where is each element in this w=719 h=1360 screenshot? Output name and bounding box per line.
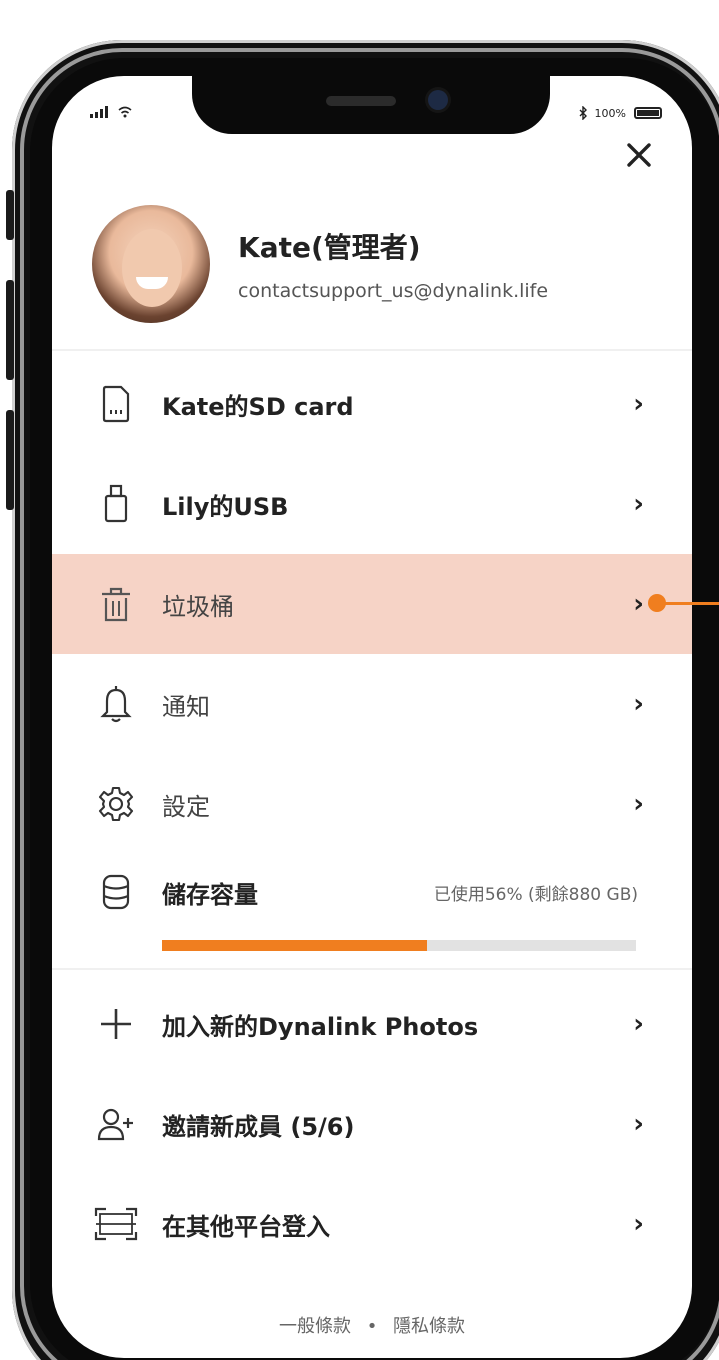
silent-switch bbox=[6, 190, 14, 240]
volume-down-button bbox=[6, 410, 14, 510]
plus-icon bbox=[92, 1000, 140, 1048]
bell-icon bbox=[92, 680, 140, 728]
avatar bbox=[92, 205, 210, 323]
menu-item-trash[interactable]: 垃圾桶 › bbox=[52, 554, 692, 654]
close-button[interactable] bbox=[626, 142, 652, 174]
menu-item-label: 加入新的Dynalink Photos bbox=[162, 1012, 479, 1041]
chevron-right-icon: › bbox=[633, 789, 644, 819]
menu-item-label: 通知 bbox=[162, 692, 210, 721]
chevron-right-icon: › bbox=[633, 1209, 644, 1239]
close-icon bbox=[627, 143, 651, 167]
menu-item-invite-member[interactable]: 邀請新成員 (5/6) › bbox=[52, 1074, 692, 1174]
app-screen: 100% Kate(管理者) contactsupport_us@dynalin… bbox=[52, 76, 692, 1358]
divider bbox=[52, 349, 692, 351]
menu-item-label: 設定 bbox=[162, 792, 210, 821]
menu-item-label: 垃圾桶 bbox=[162, 592, 234, 621]
front-camera bbox=[428, 90, 448, 110]
wifi-icon bbox=[118, 106, 132, 118]
menu-item-label: Lily的USB bbox=[162, 492, 289, 521]
privacy-link[interactable]: 隱私條款 bbox=[393, 1316, 465, 1337]
usb-icon bbox=[92, 480, 140, 528]
profile-name: Kate(管理者) bbox=[238, 231, 421, 264]
bluetooth-icon bbox=[579, 106, 587, 120]
scan-icon bbox=[92, 1200, 140, 1248]
speaker-grille bbox=[326, 96, 396, 106]
notch bbox=[192, 76, 550, 134]
profile-email: contactsupport_us@dynalink.life bbox=[238, 280, 549, 302]
add-user-icon bbox=[92, 1100, 140, 1148]
profile-text: Kate(管理者) contactsupport_us@dynalink.lif… bbox=[238, 226, 548, 302]
status-right: 100% bbox=[579, 106, 662, 120]
chevron-right-icon: › bbox=[633, 689, 644, 719]
trash-icon bbox=[92, 580, 140, 628]
callout-pointer-dot bbox=[648, 594, 666, 612]
menu-item-usb[interactable]: Lily的USB › bbox=[52, 454, 692, 554]
storage-header: 儲存容量 已使用56% (剩餘880 GB) bbox=[92, 862, 638, 922]
menu-item-other-platform-login[interactable]: 在其他平台登入 › bbox=[52, 1174, 692, 1274]
stage: 100% Kate(管理者) contactsupport_us@dynalin… bbox=[0, 0, 719, 1360]
menu-item-label: 在其他平台登入 bbox=[162, 1212, 330, 1241]
status-left bbox=[90, 106, 132, 118]
profile-header[interactable]: Kate(管理者) contactsupport_us@dynalink.lif… bbox=[92, 204, 652, 324]
sd-card-icon bbox=[92, 380, 140, 428]
menu-item-sd-card[interactable]: Kate的SD card › bbox=[52, 354, 692, 454]
menu-item-notifications[interactable]: 通知 › bbox=[52, 654, 692, 754]
gear-icon bbox=[92, 780, 140, 828]
terms-link[interactable]: 一般條款 bbox=[279, 1316, 351, 1337]
footer-separator: • bbox=[366, 1316, 378, 1337]
storage-label: 儲存容量 bbox=[162, 880, 258, 909]
divider bbox=[52, 968, 692, 970]
menu-item-label: 邀請新成員 (5/6) bbox=[162, 1112, 355, 1141]
menu-item-label: Kate的SD card bbox=[162, 392, 354, 421]
storage-progress-track bbox=[162, 940, 636, 951]
chevron-right-icon: › bbox=[633, 489, 644, 519]
database-icon bbox=[92, 868, 140, 916]
chevron-right-icon: › bbox=[633, 589, 644, 619]
cellular-signal-icon bbox=[90, 106, 108, 118]
avatar-face bbox=[122, 229, 182, 307]
storage-progress-fill bbox=[162, 940, 428, 951]
chevron-right-icon: › bbox=[633, 1109, 644, 1139]
battery-percent: 100% bbox=[594, 106, 626, 120]
chevron-right-icon: › bbox=[633, 1009, 644, 1039]
battery-icon bbox=[634, 107, 662, 119]
chevron-right-icon: › bbox=[633, 389, 644, 419]
storage-section: 儲存容量 已使用56% (剩餘880 GB) bbox=[52, 862, 692, 982]
volume-up-button bbox=[6, 280, 14, 380]
menu-item-add-dynalink-photos[interactable]: 加入新的Dynalink Photos › bbox=[52, 974, 692, 1074]
storage-usage-text: 已使用56% (剩餘880 GB) bbox=[433, 884, 638, 905]
menu-item-settings[interactable]: 設定 › bbox=[52, 754, 692, 854]
footer-links: 一般條款 • 隱私條款 bbox=[52, 1312, 692, 1338]
